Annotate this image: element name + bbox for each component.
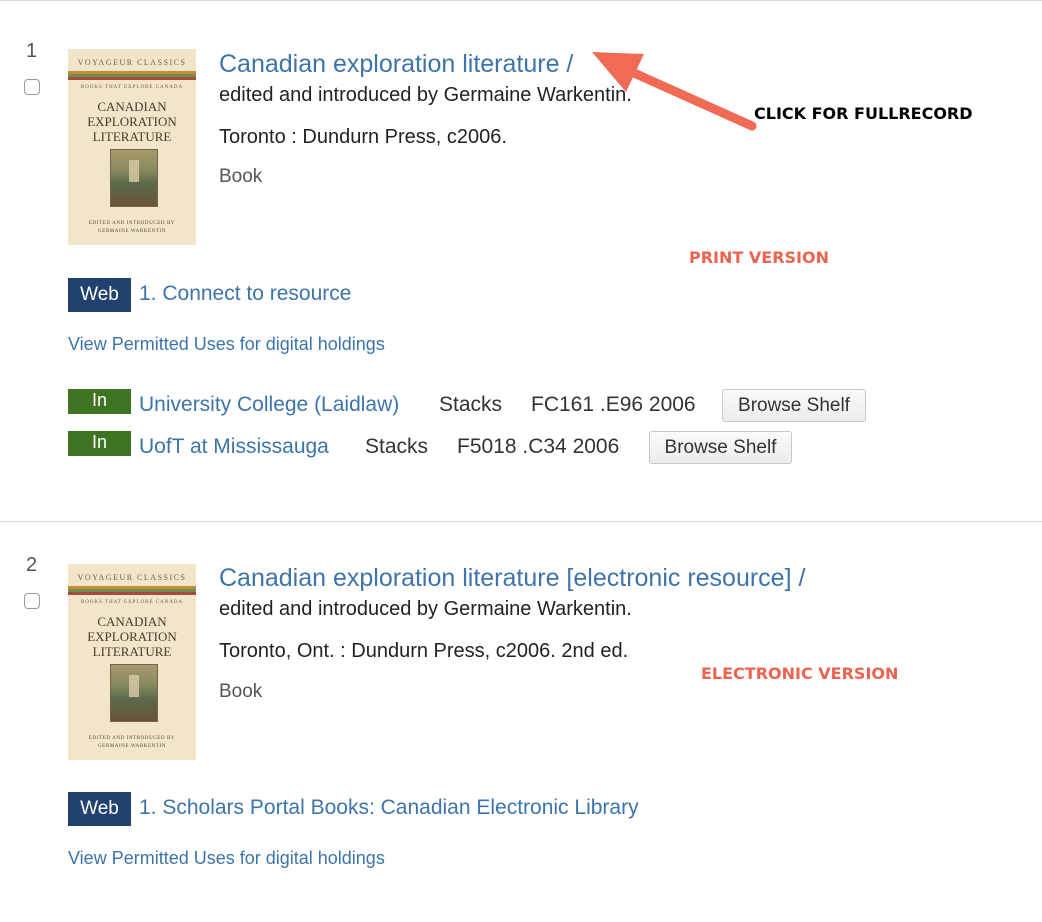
select-checkbox[interactable] xyxy=(24,79,40,95)
result-publication: Toronto : Dundurn Press, c2006. xyxy=(219,126,507,148)
result-number: 2 xyxy=(26,554,38,576)
cover-title-line: EXPLORATION xyxy=(87,629,177,644)
cover-series: VOYAGEUR CLASSICS xyxy=(77,573,187,582)
click-for-fullrecord-note: CLICK FOR FULLRECORD xyxy=(754,104,973,123)
browse-shelf-button[interactable]: Browse Shelf xyxy=(649,431,792,464)
holding-library-link[interactable]: UofT at Mississauga xyxy=(139,435,329,459)
holding-location: Stacks xyxy=(439,393,503,416)
holding-call-number: F5018 .C34 2006 xyxy=(457,435,620,458)
electronic-version-note: ELECTRONIC VERSION xyxy=(701,664,899,683)
browse-shelf-button[interactable]: Browse Shelf xyxy=(722,389,866,422)
result-title-link[interactable]: Canadian exploration literature [electro… xyxy=(219,564,805,593)
cover-tagline: BOOKS THAT EXPLORE CANADA xyxy=(80,85,184,90)
arrow-annotation xyxy=(592,52,757,131)
cover-title-line: LITERATURE xyxy=(92,129,172,144)
holding-location: Stacks xyxy=(365,435,429,458)
cover-tagline: BOOKS THAT EXPLORE CANADA xyxy=(80,600,184,605)
cover-title: CANADIAN EXPLORATION LITERATURE xyxy=(68,99,196,144)
cover-title-line: LITERATURE xyxy=(92,644,172,659)
cover-editor-name: GERMAINE WARKENTIN xyxy=(97,229,167,234)
online-resource-link[interactable]: 1. Scholars Portal Books: Canadian Elect… xyxy=(139,796,639,820)
cover-editor-name: GERMAINE WARKENTIN xyxy=(97,744,167,749)
web-badge: Web xyxy=(68,792,131,826)
cover-series: VOYAGEUR CLASSICS xyxy=(77,58,187,67)
result-divider xyxy=(0,521,1042,522)
availability-badge: In xyxy=(68,431,131,456)
select-checkbox[interactable] xyxy=(24,593,40,609)
cover-painting xyxy=(110,149,158,207)
result-publication: Toronto, Ont. : Dundurn Press, c2006. 2n… xyxy=(219,640,629,662)
cover-title-line: CANADIAN xyxy=(97,99,167,114)
result-number: 1 xyxy=(26,40,38,62)
result-author: edited and introduced by Germaine Warken… xyxy=(219,84,632,106)
result-title-link[interactable]: Canadian exploration literature / xyxy=(219,50,573,79)
online-resource-link[interactable]: 1. Connect to resource xyxy=(139,282,351,306)
web-badge: Web xyxy=(68,278,131,312)
availability-badge: In xyxy=(68,389,131,414)
cover-title-line: EXPLORATION xyxy=(87,114,177,129)
holding-call-number: FC161 .E96 2006 xyxy=(531,393,696,416)
print-version-note: PRINT VERSION xyxy=(689,248,829,267)
cover-editor-label: EDITED AND INTRODUCED BY xyxy=(88,736,176,741)
cover-painting xyxy=(110,664,158,722)
cover-title-line: CANADIAN xyxy=(97,614,167,629)
permitted-uses-link[interactable]: View Permitted Uses for digital holdings xyxy=(68,334,385,355)
book-cover-image: VOYAGEUR CLASSICS BOOKS THAT EXPLORE CAN… xyxy=(68,49,196,245)
result-author: edited and introduced by Germaine Warken… xyxy=(219,598,632,620)
book-cover-image: VOYAGEUR CLASSICS BOOKS THAT EXPLORE CAN… xyxy=(68,564,196,760)
permitted-uses-link[interactable]: View Permitted Uses for digital holdings xyxy=(68,848,385,869)
cover-title: CANADIAN EXPLORATION LITERATURE xyxy=(68,614,196,659)
result-format: Book xyxy=(219,166,263,187)
cover-editor-label: EDITED AND INTRODUCED BY xyxy=(88,221,176,226)
result-format: Book xyxy=(219,681,263,702)
holding-library-link[interactable]: University College (Laidlaw) xyxy=(139,393,399,417)
top-divider xyxy=(0,0,1042,1)
